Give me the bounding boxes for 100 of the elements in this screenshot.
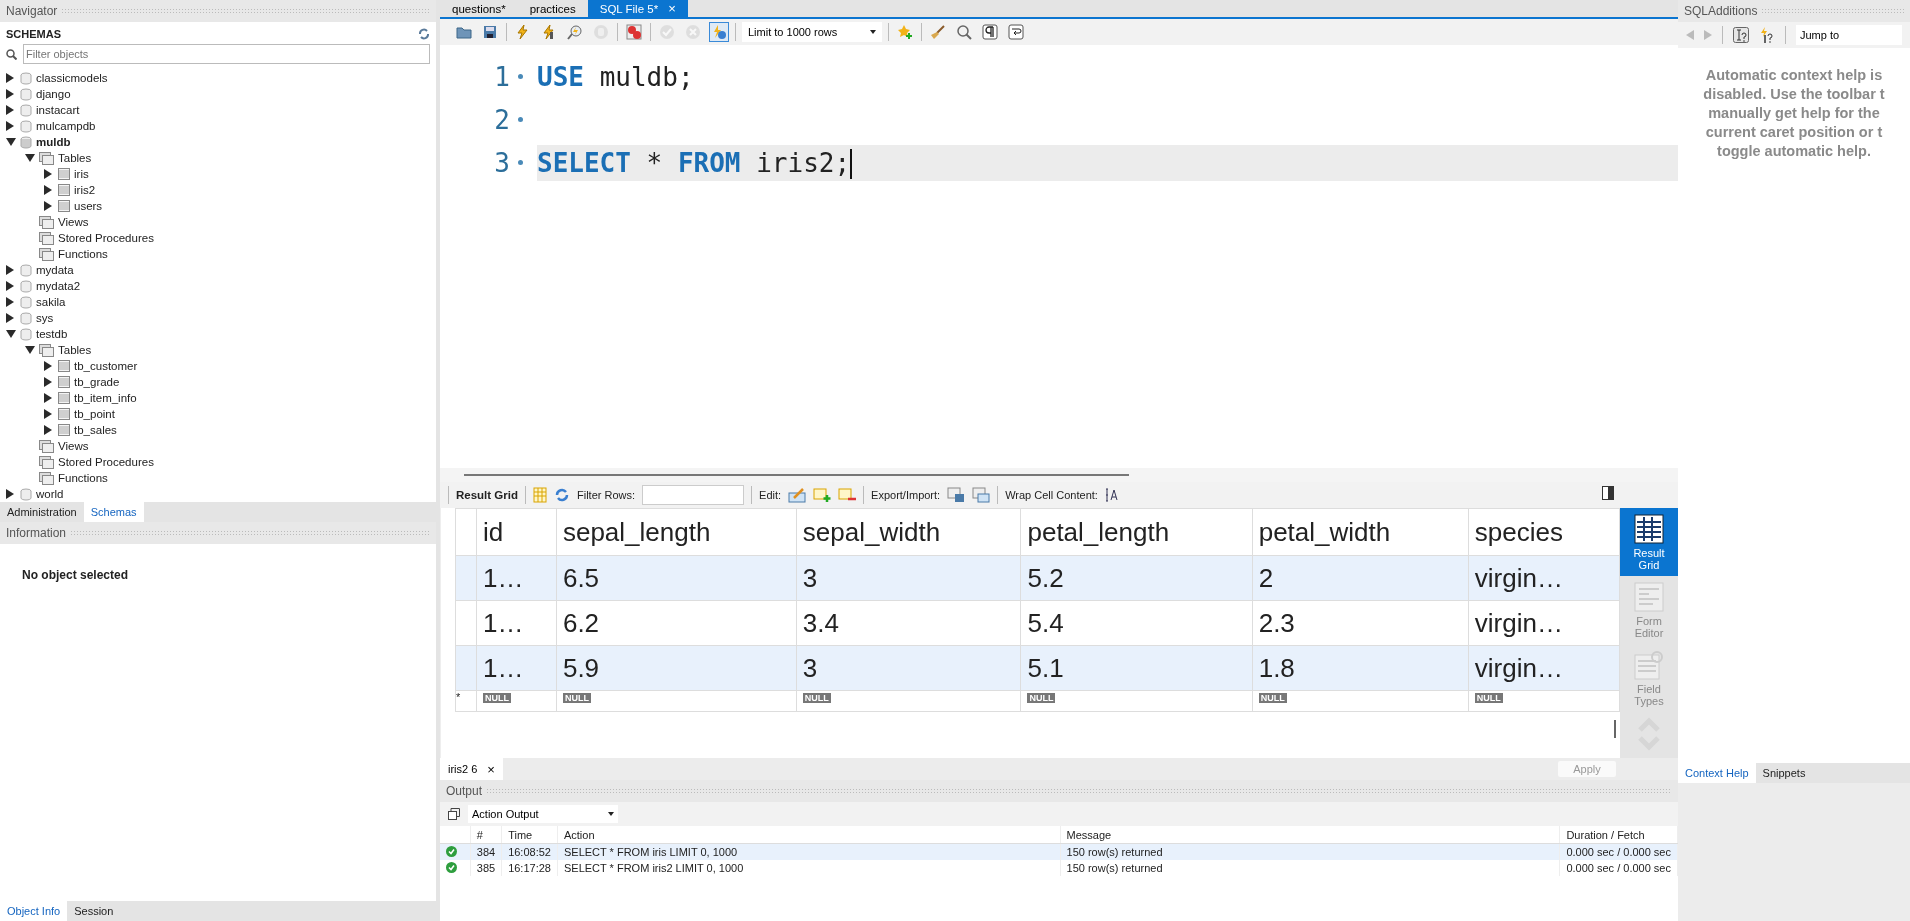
wrap-button[interactable] — [1006, 22, 1026, 42]
import-icon[interactable] — [972, 487, 991, 503]
tree-item[interactable]: django — [36, 88, 71, 100]
editor-tab[interactable]: practices — [517, 0, 588, 17]
tree-item[interactable]: mulcampdb — [36, 120, 96, 132]
lightning-magnifier-button[interactable] — [565, 22, 585, 42]
stop-error-button[interactable] — [624, 22, 644, 42]
table-cell: 1… — [476, 645, 557, 691]
tree-item[interactable]: tb_sales — [74, 424, 117, 436]
column-header[interactable]: Duration / Fetch — [1559, 826, 1678, 844]
panel-tab[interactable]: Context Help — [1678, 763, 1756, 783]
table-cell: 3 — [796, 645, 1021, 691]
panel-toggle-icon[interactable] — [1602, 486, 1614, 500]
result-grid-label: Result Grid — [456, 489, 518, 501]
filter-rows-field[interactable] — [642, 485, 745, 505]
tree-item[interactable]: tb_customer — [74, 360, 138, 372]
close-icon[interactable]: × — [487, 761, 495, 777]
editor-tab[interactable]: questions* — [440, 0, 518, 17]
filter-field[interactable]: Filter objects — [23, 44, 430, 64]
tree-item[interactable]: Views — [58, 440, 89, 452]
database-icon — [20, 135, 32, 149]
tree-item[interactable]: classicmodels — [36, 72, 108, 84]
column-header[interactable]: species — [1468, 508, 1620, 556]
tree-item[interactable]: iris2 — [74, 184, 96, 196]
new-row-marker: * — [455, 690, 477, 712]
tree-item[interactable]: Tables — [58, 152, 92, 164]
refresh-icon[interactable] — [554, 487, 570, 503]
tree-item[interactable]: iris — [74, 168, 89, 180]
tree-item[interactable]: tb_grade — [74, 376, 120, 388]
column-header[interactable]: petal_length — [1020, 508, 1253, 556]
column-header[interactable]: sepal_length — [556, 508, 797, 556]
table-cell: 16:17:28 — [501, 860, 558, 876]
help-text: Automatic context help is — [1705, 66, 1883, 85]
autocommit-button[interactable] — [709, 22, 729, 42]
column-header[interactable]: # — [470, 826, 502, 844]
field-types-icon — [1633, 648, 1665, 681]
tree-item[interactable]: muldb — [36, 136, 71, 148]
wrap-cell-label: Wrap Cell Content: — [1005, 489, 1098, 501]
tree-item[interactable]: Views — [58, 216, 89, 228]
table-cell: virgin… — [1468, 645, 1620, 691]
column-header[interactable]: petal_width — [1252, 508, 1469, 556]
table-cell: 6.5 — [556, 555, 797, 601]
close-icon[interactable]: × — [668, 1, 676, 16]
broom-button[interactable] — [928, 22, 948, 42]
tree-item[interactable]: tb_point — [74, 408, 115, 420]
table-icon — [58, 408, 70, 420]
jump-to-dropdown[interactable]: Jump to — [1796, 25, 1902, 45]
section-title: SCHEMAS — [6, 28, 61, 40]
tree-item[interactable]: world — [36, 488, 64, 500]
tree-item[interactable]: Functions — [58, 248, 108, 260]
tree-item[interactable]: testdb — [36, 328, 68, 340]
panel-tab[interactable]: Administration — [0, 502, 84, 522]
help-text: toggle automatic help. — [1717, 142, 1871, 161]
tree-item[interactable]: mydata — [36, 264, 74, 276]
tree-item[interactable]: Tables — [58, 344, 92, 356]
table-icon — [58, 360, 70, 372]
panel-tab[interactable]: Schemas — [83, 502, 144, 522]
panel-tab[interactable]: Session — [67, 901, 121, 921]
wrap-text-icon[interactable] — [1104, 488, 1119, 502]
editor-tab[interactable]: SQL File 5* × — [587, 0, 688, 17]
refresh-icon[interactable] — [418, 28, 430, 40]
panel-tab[interactable]: Snippets — [1755, 763, 1813, 783]
pilcrow-button[interactable] — [980, 22, 1000, 42]
search-icon — [6, 48, 17, 60]
panel-tab[interactable]: Object Info — [0, 901, 68, 921]
result-view-button[interactable]: Result Grid — [1620, 508, 1678, 576]
table-icon — [58, 168, 70, 180]
null-badge: NULL — [483, 693, 511, 703]
output-type-dropdown[interactable]: Action Output — [468, 805, 618, 823]
tree-item[interactable]: instacart — [36, 104, 80, 116]
lightning-help-icon[interactable] — [1759, 27, 1775, 43]
context-help-icon[interactable] — [1733, 27, 1749, 43]
tree-item[interactable]: Stored Procedures — [58, 456, 154, 468]
tree-item[interactable]: Functions — [58, 472, 108, 484]
column-header[interactable]: Message — [1060, 826, 1560, 844]
filter-rows-label: Filter Rows: — [577, 489, 636, 501]
null-badge: NULL — [1027, 693, 1056, 703]
add-row-icon[interactable] — [813, 487, 832, 503]
delete-row-icon[interactable] — [838, 487, 857, 503]
database-icon — [20, 327, 32, 341]
folder-tables-icon — [39, 247, 54, 261]
folder-tables-icon — [39, 455, 54, 469]
column-header[interactable]: sepal_width — [796, 508, 1021, 556]
column-header[interactable]: id — [476, 508, 557, 556]
tree-item[interactable]: sakila — [36, 296, 66, 308]
scrollbar-thumb[interactable] — [464, 474, 1129, 476]
result-tab[interactable]: iris2 6 × — [440, 758, 503, 780]
limit-rows-dropdown[interactable]: Limit to 1000 rows — [742, 22, 882, 42]
column-header[interactable]: Time — [501, 826, 558, 844]
export-icon[interactable] — [947, 487, 966, 503]
tree-item[interactable]: mydata2 — [36, 280, 81, 292]
tree-item[interactable]: tb_item_info — [74, 392, 137, 404]
tree-item[interactable]: sys — [36, 312, 54, 324]
tree-item[interactable]: Stored Procedures — [58, 232, 154, 244]
column-header[interactable]: Action — [557, 826, 1061, 844]
table-cell: 1.8 — [1252, 645, 1469, 691]
tree-item[interactable]: users — [74, 200, 103, 212]
table-cell: virgin… — [1468, 600, 1620, 646]
search-button[interactable] — [954, 22, 974, 42]
copy-icon[interactable] — [448, 808, 460, 820]
